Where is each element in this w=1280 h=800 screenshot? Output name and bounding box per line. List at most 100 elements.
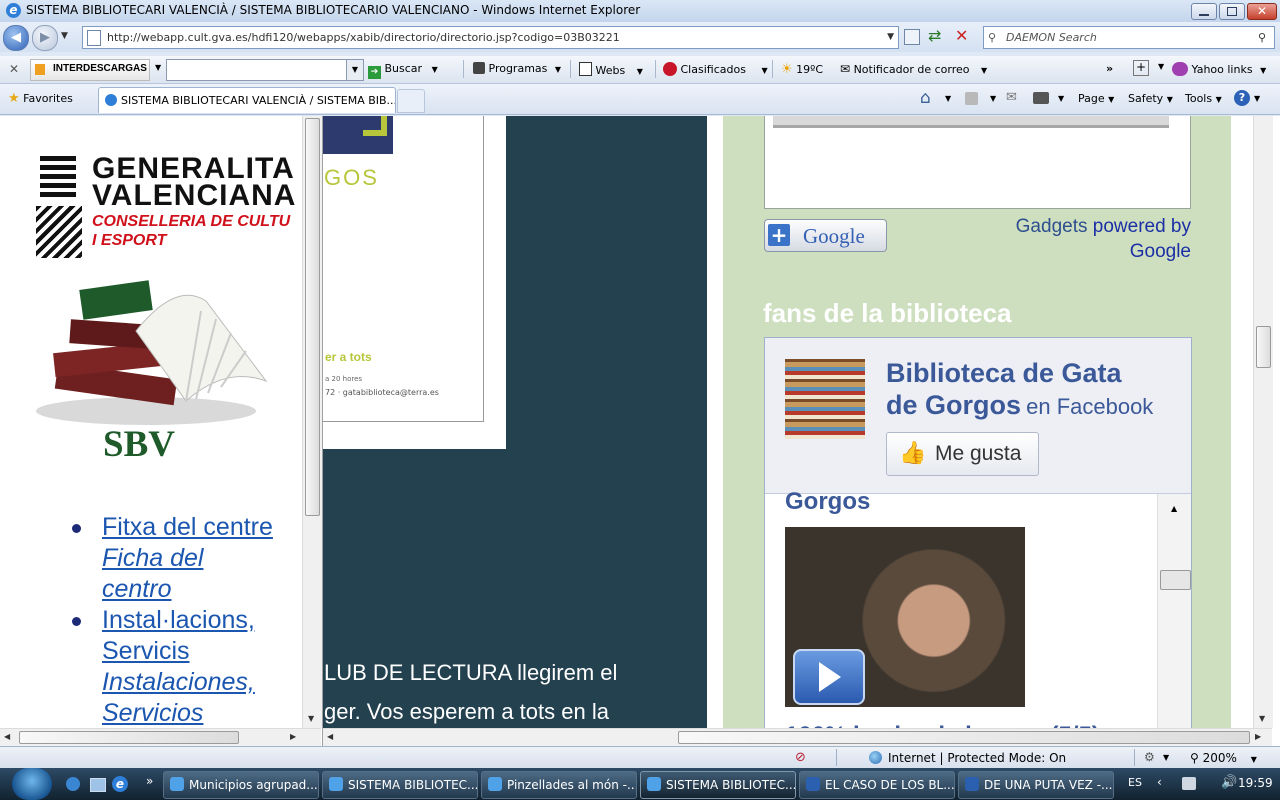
refresh-icon[interactable]: ⇄ [928,26,941,45]
feed-scrollbar[interactable]: ▲ [1157,494,1191,729]
instalaciones-link-line1[interactable]: Instalaciones, [102,667,300,698]
ficha-link-line1[interactable]: Ficha del [102,543,300,574]
left-horizontal-scrollbar[interactable]: ◀ ▶ [0,728,321,746]
poster-image[interactable]: GOS er a tots a 20 hores 72 · gatabiblio… [323,116,506,449]
taskbar-item-4[interactable]: SISTEMA BIBLIOTEC... [640,771,796,799]
print-icon[interactable] [1033,92,1049,104]
scroll-left-arrow-icon[interactable]: ◀ [4,732,10,741]
add-toolbar-icon[interactable]: + [1133,60,1149,76]
installacions-link-line1[interactable]: Instal·lacions, [102,605,300,636]
feeds-dropdown-icon[interactable]: ▼ [990,94,996,103]
powered-by-link[interactable]: powered by [1093,216,1191,237]
language-indicator[interactable]: ES [1128,776,1142,789]
clasificados-button[interactable]: Clasificados ▼ [663,62,768,76]
ficha-link-line2[interactable]: centro [102,574,300,605]
zoom-control[interactable]: ⚲ 200% ▼ [1190,751,1257,765]
installacions-link-line2[interactable]: Servicis [102,636,300,667]
main-scroll-right-arrow-icon[interactable]: ▶ [1255,732,1261,741]
webs-button[interactable]: Webs ▼ [579,62,643,77]
home-icon[interactable]: ⌂ [920,88,931,108]
compatibility-icon[interactable] [904,29,920,45]
fitxa-link[interactable]: Fitxa del centre [102,512,300,543]
taskbar-item-3[interactable]: Pinzellades al món -... [481,771,637,799]
scroll-right-arrow-icon[interactable]: ▶ [290,732,296,741]
protected-mode-icon[interactable]: ⚙ [1144,750,1155,764]
popup-blocker-icon[interactable]: ⊘ [795,750,806,765]
library-thumbnail[interactable] [785,359,865,439]
close-window-button[interactable]: ✕ [1247,3,1277,20]
main-horizontal-scrollbar[interactable]: ◀ ▶ [323,728,1272,746]
back-button[interactable]: ◀ [3,25,29,51]
recent-pages-dropdown-icon[interactable]: ▼ [61,31,68,41]
feeds-icon[interactable] [965,92,978,105]
clock[interactable]: 19:59 [1238,776,1273,790]
print-dropdown-icon[interactable]: ▼ [1058,94,1064,103]
buscar-button[interactable]: ➔ Buscar ▼ [368,62,438,79]
taskbar-item-1[interactable]: Municipios agrupad... [163,771,319,799]
generalitat-logo[interactable]: GENERALITA VALENCIANA CONSELLERIA DE CUL… [30,150,300,265]
help-icon[interactable]: ? [1234,90,1250,106]
notificador-dropdown-icon: ▼ [980,66,988,75]
help-dropdown-icon[interactable]: ▼ [1254,94,1260,103]
close-toolbar-icon[interactable]: ✕ [9,62,19,76]
start-button[interactable] [12,768,52,800]
volume-icon[interactable]: 🔊 [1221,775,1237,790]
feed-scroll-up-icon[interactable]: ▲ [1171,504,1177,513]
main-hscroll-thumb[interactable] [678,731,1250,744]
taskbar-item-5[interactable]: EL CASO DE LOS BL... [799,771,955,799]
add-dropdown-icon[interactable]: ▼ [1158,62,1164,71]
left-hscroll-thumb[interactable] [19,731,239,744]
play-button[interactable] [793,649,865,705]
tray-expand-icon[interactable]: ‹ [1157,775,1162,789]
main-vscroll-thumb[interactable] [1256,326,1271,368]
url-input[interactable]: http://webapp.cult.gva.es/hdfi120/webapp… [82,26,899,49]
url-dropdown-icon[interactable]: ▼ [887,27,894,48]
mail-read-icon[interactable]: ✉ [1006,90,1017,105]
scroll-down-arrow-icon[interactable]: ▼ [308,714,314,723]
weather-button[interactable]: ☀ 19ºC [781,62,823,77]
toolbar-search-input[interactable]: ▼ [166,59,364,81]
left-vscroll-thumb[interactable] [305,118,320,516]
main-vertical-scrollbar[interactable]: ▼ [1253,116,1273,728]
feed-title[interactable]: Gorgos [785,488,870,516]
tools-menu[interactable]: Tools ▼ [1185,92,1222,105]
taskbar-item-2[interactable]: SISTEMA BIBLIOTEC... [322,771,478,799]
taskbar-item-6[interactable]: DE UNA PUTA VEZ -... [958,771,1114,799]
main-scroll-left-arrow-icon[interactable]: ◀ [327,732,333,741]
search-go-icon[interactable]: ⚲ [1258,27,1266,48]
left-vertical-scrollbar[interactable]: ▼ [302,116,322,728]
programas-button[interactable]: Programas ▼ [473,62,561,75]
tab-current[interactable]: SISTEMA BIBLIOTECARI VALENCIÀ / SISTEMA … [98,87,396,113]
safety-menu[interactable]: Safety ▼ [1128,92,1173,105]
facebook-page-name-line1[interactable]: Biblioteca de Gata [886,358,1122,389]
search-input[interactable]: ⚲ DAEMON Search ⚲ [983,26,1275,49]
switch-windows-icon[interactable] [90,778,106,792]
gadgets-link[interactable]: Gadgets [1016,216,1088,237]
new-tab-button[interactable] [397,89,425,113]
add-google-button[interactable]: + Google [764,219,887,252]
notificador-button[interactable]: ✉ Notificador de correo ▼ [840,62,987,76]
instalaciones-link-line2[interactable]: Servicios [102,698,300,729]
forward-button[interactable]: ▶ [32,25,58,51]
globe-icon [869,751,882,764]
facebook-page-name-cont[interactable]: de Gorgos [886,390,1021,420]
interdescargas-brand[interactable]: INTERDESCARGAS ▼ [30,59,161,81]
yahoo-links-button[interactable]: Yahoo links ▼ [1172,62,1266,76]
page-menu[interactable]: Page ▼ [1078,92,1114,105]
minimize-button[interactable] [1191,3,1217,20]
quicklaunch-more-icon[interactable]: » [146,774,153,788]
home-dropdown-icon[interactable]: ▼ [945,94,951,103]
show-desktop-icon[interactable] [66,777,80,791]
restore-button[interactable] [1219,3,1245,20]
chevron-more-icon[interactable]: » [1106,62,1113,75]
toolbar-search-dropdown-icon[interactable]: ▼ [346,60,363,80]
google-link[interactable]: Google [1130,241,1191,262]
favorites-button[interactable]: ★ Favorites [8,91,73,106]
protected-dropdown-icon[interactable]: ▼ [1163,753,1169,762]
main-scroll-down-arrow-icon[interactable]: ▼ [1259,714,1265,723]
like-button[interactable]: 👍 Me gusta [886,432,1039,476]
feed-scroll-thumb[interactable] [1160,570,1191,590]
video-thumbnail[interactable] [785,527,1025,707]
stop-icon[interactable]: ✕ [955,26,968,45]
ie-quicklaunch-icon[interactable]: e [112,776,128,792]
